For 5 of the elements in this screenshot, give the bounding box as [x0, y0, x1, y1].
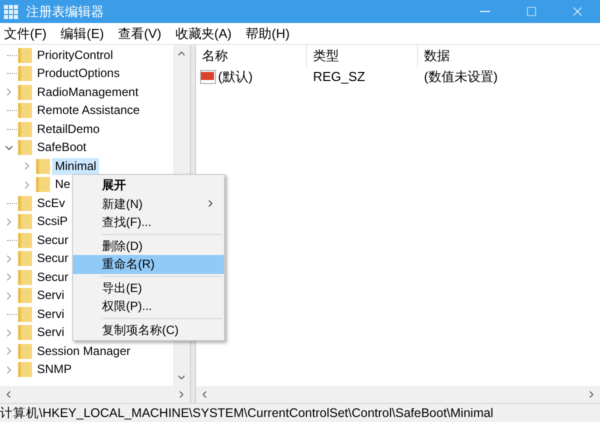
window-title: 注册表编辑器 — [26, 2, 104, 21]
value-data: (数值未设置) — [423, 68, 498, 86]
value-name: (默认) — [218, 68, 253, 86]
status-path: 计算机\HKEY_LOCAL_MACHINE\SYSTEM\CurrentControlSet\Control\SafeBoot\Minimal — [0, 404, 494, 422]
value-type: REG_SZ — [312, 68, 366, 86]
